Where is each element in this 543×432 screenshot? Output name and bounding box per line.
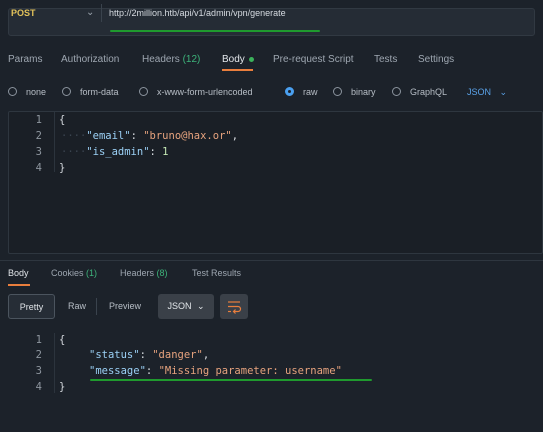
- url-input[interactable]: http://2million.htb/api/v1/admin/vpn/gen…: [109, 8, 286, 18]
- response-tab-headers-count: (8): [156, 268, 168, 278]
- radio-form-data-label[interactable]: form-data: [80, 87, 119, 97]
- radio-urlencoded[interactable]: [139, 87, 148, 96]
- chevron-down-icon: ⌄: [499, 87, 508, 97]
- wrap-lines-button[interactable]: [220, 294, 248, 319]
- response-format-select[interactable]: JSON ⌄: [158, 294, 214, 319]
- response-tab-headers-label: Headers: [120, 268, 155, 278]
- method-select[interactable]: POST: [11, 8, 36, 18]
- radio-binary-label[interactable]: binary: [351, 87, 376, 97]
- json-key: "is_admin": [86, 146, 150, 158]
- tab-headers-label: Headers: [142, 54, 180, 65]
- line-number: 1: [35, 334, 42, 346]
- tab-prerequest-script[interactable]: Pre-request Script: [273, 54, 354, 65]
- active-dot-icon: [248, 56, 254, 62]
- response-tab-body[interactable]: Body: [8, 268, 29, 278]
- line-number: 3: [35, 146, 42, 158]
- json-key: "status": [89, 349, 140, 361]
- tab-body[interactable]: Body: [222, 54, 254, 65]
- tab-settings[interactable]: Settings: [418, 54, 454, 65]
- json-line-email: ····"email": "bruno@hax.or",: [61, 130, 239, 142]
- body-format-select[interactable]: JSON ⌄: [467, 87, 507, 98]
- gutter-indent-line: [54, 333, 55, 393]
- radio-none-label[interactable]: none: [26, 87, 46, 97]
- json-value: "danger": [152, 349, 203, 361]
- line-number: 4: [35, 162, 42, 174]
- radio-binary[interactable]: [333, 87, 342, 96]
- gutter-indent-line: [54, 112, 55, 172]
- line-number: 1: [35, 114, 42, 126]
- radio-urlencoded-label[interactable]: x-www-form-urlencoded: [157, 87, 253, 97]
- indent-dots: ····: [61, 146, 87, 158]
- tab-headers-count: (12): [182, 54, 201, 65]
- radio-graphql[interactable]: [392, 87, 401, 96]
- response-tab-headers[interactable]: Headers (8): [120, 268, 168, 278]
- body-format-label: JSON: [467, 87, 492, 97]
- raw-button[interactable]: Raw: [60, 294, 94, 319]
- tab-authorization[interactable]: Authorization: [61, 54, 119, 65]
- response-format-label: JSON: [167, 301, 192, 311]
- json-key: "email": [86, 130, 131, 142]
- json-close-brace: }: [59, 162, 66, 174]
- line-number: 2: [35, 130, 42, 142]
- json-close-brace: }: [59, 381, 66, 393]
- line-number: 2: [35, 349, 42, 361]
- tab-body-label: Body: [222, 54, 245, 65]
- url-highlight-underline: [110, 30, 320, 32]
- message-highlight-underline: [90, 379, 372, 381]
- json-key: "message": [89, 365, 146, 377]
- chevron-down-icon: ⌄: [196, 301, 205, 311]
- radio-none[interactable]: [8, 87, 17, 96]
- pretty-button[interactable]: Pretty: [8, 294, 55, 319]
- tab-params[interactable]: Params: [8, 54, 42, 65]
- response-tab-test-results[interactable]: Test Results: [192, 268, 241, 278]
- response-tab-cookies-count: (1): [86, 268, 98, 278]
- response-tab-cookies-label: Cookies: [51, 268, 84, 278]
- response-tab-cookies[interactable]: Cookies (1): [51, 268, 97, 278]
- chevron-down-icon[interactable]: ⌄: [86, 7, 94, 18]
- radio-form-data[interactable]: [62, 87, 71, 96]
- json-line-status: "status": "danger",: [89, 349, 210, 361]
- active-tab-underline: [222, 69, 253, 71]
- json-line-message: "message": "Missing parameter: username": [89, 365, 342, 377]
- radio-graphql-label[interactable]: GraphQL: [410, 87, 447, 97]
- preview-button[interactable]: Preview: [100, 294, 150, 319]
- json-open-brace: {: [59, 114, 66, 126]
- json-value: "bruno@hax.or": [143, 130, 232, 142]
- divider: [101, 4, 102, 22]
- tab-tests[interactable]: Tests: [374, 54, 397, 65]
- json-line-is-admin: ····"is_admin": 1: [61, 146, 169, 158]
- radio-raw-label[interactable]: raw: [303, 87, 318, 97]
- tab-headers[interactable]: Headers (12): [142, 54, 200, 65]
- panel-divider: [0, 260, 543, 261]
- json-value: "Missing parameter: username": [158, 365, 342, 377]
- divider: [96, 298, 97, 315]
- radio-raw[interactable]: [285, 87, 294, 96]
- indent-dots: ····: [61, 130, 87, 142]
- line-number: 3: [35, 365, 42, 377]
- json-value: 1: [162, 146, 169, 158]
- wrap-lines-icon: [228, 301, 242, 314]
- json-open-brace: {: [59, 334, 66, 346]
- line-number: 4: [35, 381, 42, 393]
- active-tab-underline: [8, 284, 30, 286]
